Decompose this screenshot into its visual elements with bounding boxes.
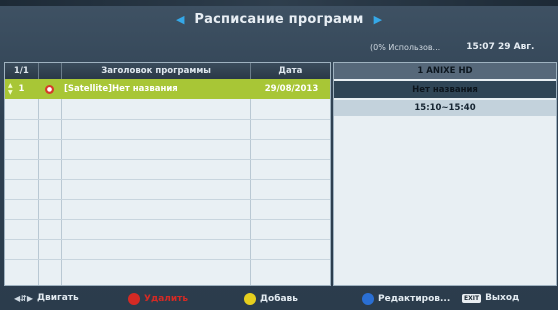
- clock: 15:07 29 Авг.: [466, 42, 535, 52]
- exit-button[interactable]: EXIT Выход: [462, 293, 519, 303]
- storage-usage: (0% Использов...: [370, 42, 441, 52]
- red-key-icon: [128, 293, 140, 305]
- move-label: Двигать: [37, 293, 79, 303]
- delete-button[interactable]: Удалить: [128, 293, 188, 305]
- grid-line: [5, 239, 330, 240]
- navigate-arrows-icon: ◀⇵▶: [14, 293, 34, 303]
- details-panel: 1 ANIXE HD Нет названия 15:10~15:40: [333, 62, 557, 286]
- column-header-type: [39, 63, 63, 79]
- program-time: 15:10~15:40: [334, 100, 556, 116]
- delete-label: Удалить: [144, 294, 189, 304]
- edit-button[interactable]: Редактиров...: [362, 293, 450, 305]
- yellow-key-icon: [244, 293, 256, 305]
- record-icon: ●: [45, 84, 54, 94]
- epg-screen: ◀ Расписание программ ▶ (0% Использов...…: [0, 0, 558, 310]
- grid-line: [61, 79, 62, 285]
- table-header: 1/1 Заголовок программы Дата: [5, 63, 330, 79]
- blue-key-icon: [362, 293, 374, 305]
- move-button[interactable]: ◀⇵▶ Двигать: [14, 293, 79, 303]
- arrow-left-icon[interactable]: ◀: [176, 13, 184, 26]
- arrow-right-icon[interactable]: ▶: [374, 13, 382, 26]
- column-header-date: Дата: [278, 66, 303, 76]
- schedule-table: 1/1 Заголовок программы Дата ▲ ▼ 1 ● [Sat…: [4, 62, 331, 286]
- program-name: Нет названия: [334, 81, 556, 98]
- table-row[interactable]: ▲ ▼ 1 ● [Satellite]Нет названия 29/08/201…: [5, 79, 330, 99]
- grid-line: [38, 79, 39, 285]
- row-title: [Satellite]Нет названия: [64, 84, 178, 94]
- column-header-page: 1/1: [5, 63, 39, 79]
- status-bar: (0% Использов... 15:07 29 Авг.: [370, 40, 534, 54]
- grid-line: [5, 199, 330, 200]
- row-date: 29/08/2013: [264, 84, 319, 94]
- grid-line: [5, 159, 330, 160]
- column-header-title: Заголовок программы: [62, 63, 251, 79]
- add-label: Добавь: [260, 294, 298, 304]
- channel-name: 1 ANIXE HD: [334, 63, 556, 79]
- grid-line: [5, 259, 330, 260]
- updown-icon: ▲ ▼: [8, 82, 13, 96]
- footer-bar: ◀⇵▶ Двигать Удалить Добавь Редактиров...…: [0, 288, 558, 310]
- page-title: Расписание программ: [194, 11, 364, 27]
- header: ◀ Расписание программ ▶: [0, 8, 558, 30]
- exit-key-icon: EXIT: [462, 293, 482, 303]
- grid-line: [5, 179, 330, 180]
- grid-line: [250, 79, 251, 285]
- edit-label: Редактиров...: [378, 294, 451, 304]
- add-button[interactable]: Добавь: [244, 293, 298, 305]
- grid-line: [5, 119, 330, 120]
- grid-line: [5, 219, 330, 220]
- grid-line: [5, 139, 330, 140]
- tv-bezel: [0, 0, 558, 6]
- exit-label: Выход: [485, 293, 520, 303]
- row-type: ●: [38, 79, 61, 99]
